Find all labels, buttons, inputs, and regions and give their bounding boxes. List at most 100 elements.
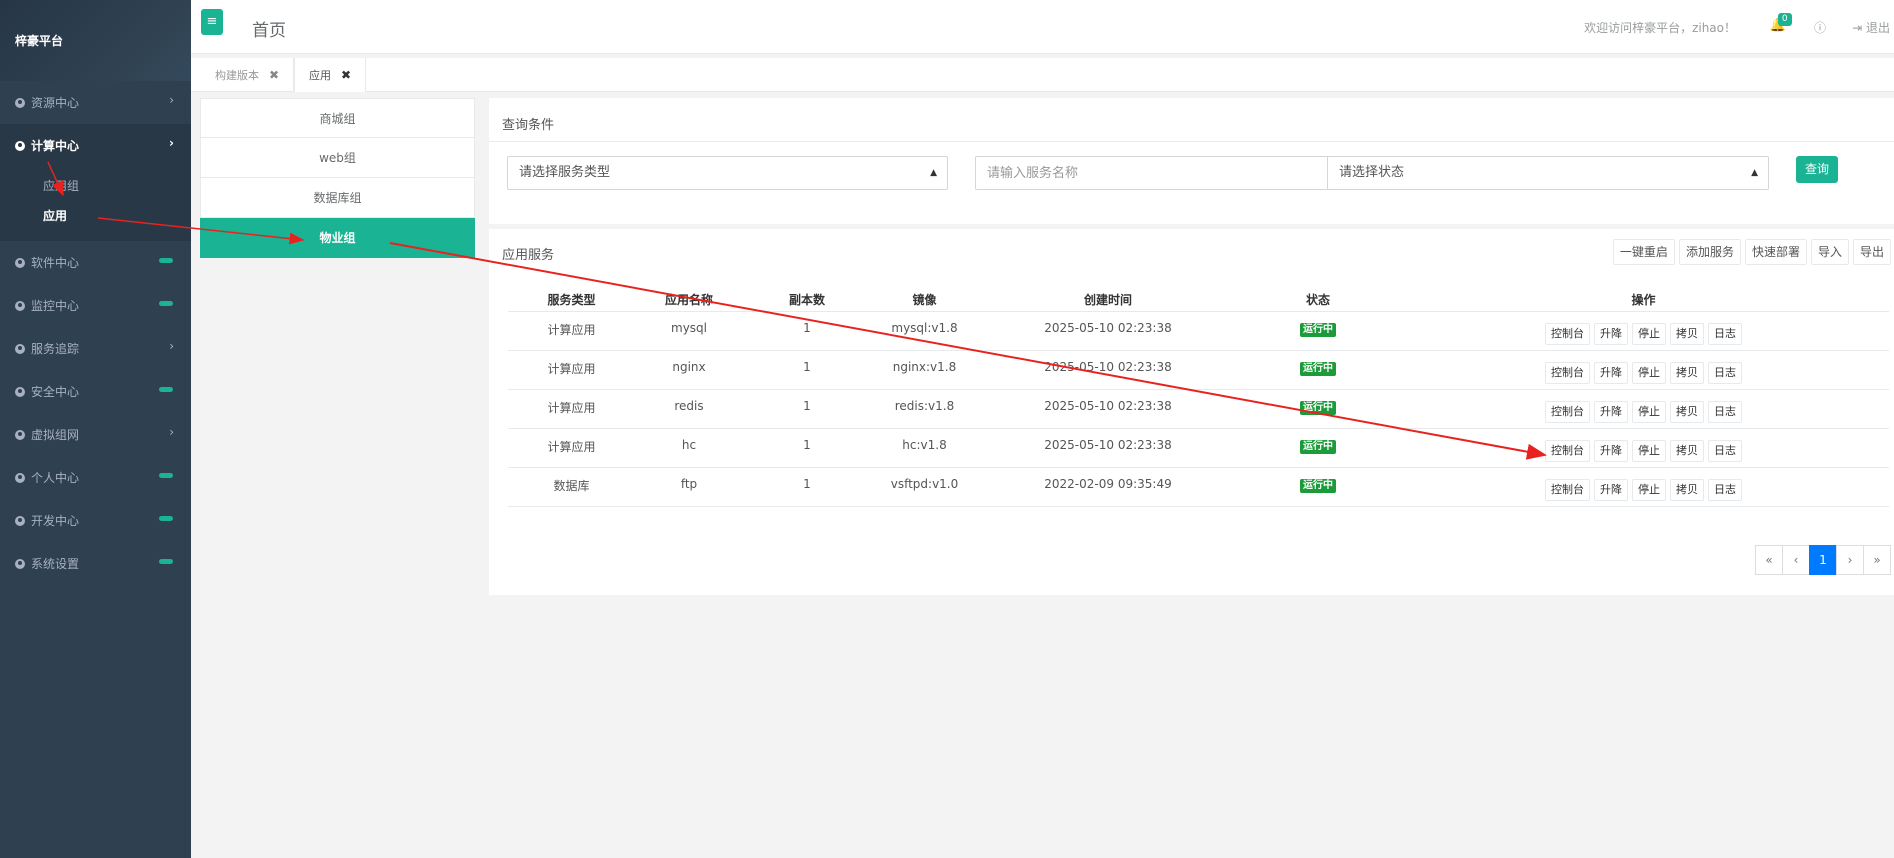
console-button[interactable]: 控制台 [1545,322,1590,345]
sidebar-item-virtual-network[interactable]: 虚拟组网 › [0,413,191,456]
group-item-web[interactable]: web组 [200,138,475,178]
log-button[interactable]: 日志 [1708,400,1742,423]
cell-name: ftp [635,467,743,507]
sidebar-item-resource-center[interactable]: 资源中心 › [0,81,191,124]
log-button[interactable]: 日志 [1708,361,1742,384]
help-icon[interactable]: ⓘ [1814,19,1826,36]
status-badge: 运行中 [1300,361,1336,376]
sidebar-item-monitor-center[interactable]: 监控中心 [0,284,191,327]
group-item-mall[interactable]: 商城组 [200,98,475,138]
table-row: 计算应用 mysql 1 mysql:v1.8 2025-05-10 02:23:38 运… [508,311,1889,351]
column-header: 服务类型 [508,288,635,312]
sidebar-item-service-tracing[interactable]: 服务追踪 › [0,327,191,370]
operations-group: 控制台 升降 停止 拷贝 日志 [1545,400,1742,423]
stop-button[interactable]: 停止 [1632,361,1666,384]
stop-button[interactable]: 停止 [1632,439,1666,462]
welcome-message: 欢迎访问梓豪平台，zihao！ [1584,21,1736,35]
table-row: 计算应用 nginx 1 nginx:v1.8 2025-05-10 02:23:38 运… [508,350,1889,390]
logout-button[interactable]: ⇥ 退出 [1852,19,1890,36]
menu-toggle-button[interactable]: ≡ [201,9,223,35]
log-button[interactable]: 日志 [1708,478,1742,501]
page-1-button[interactable]: 1 [1809,545,1837,575]
cell-replicas: 1 [743,350,871,390]
cell-status: 运行中 [1238,467,1398,507]
copy-button[interactable]: 拷贝 [1670,478,1704,501]
sidebar-item-personal-center[interactable]: 个人中心 [0,456,191,499]
page-tabs: 构建版本 ✖ 应用 ✖ [191,58,1894,92]
group-item-property[interactable]: 物业组 [200,218,475,258]
column-header: 副本数 [743,288,871,312]
globe-icon [15,257,25,268]
close-icon[interactable]: ✖ [341,68,351,82]
cell-created: 2025-05-10 02:23:38 [978,389,1238,429]
tab-application[interactable]: 应用 ✖ [294,58,367,92]
query-panel-title: 查询条件 [502,118,555,133]
cell-status: 运行中 [1238,350,1398,390]
first-page-button[interactable]: « [1755,545,1783,575]
sidebar-subitem-app[interactable]: 应用 [0,201,191,231]
import-button[interactable]: 导入 [1810,239,1849,265]
column-header: 应用名称 [635,288,743,312]
logout-label: 退出 [1865,21,1890,35]
sidebar-item-system-settings[interactable]: 系统设置 [0,542,191,585]
prev-page-button[interactable]: ‹ [1782,545,1810,575]
scale-button[interactable]: 升降 [1594,322,1628,345]
notification-bell-icon[interactable]: 🔔 0 [1770,13,1792,33]
next-page-button[interactable]: › [1836,545,1864,575]
service-type-select[interactable]: 请选择服务类型 ▲ [507,156,948,190]
status-pill-icon [159,258,173,263]
copy-button[interactable]: 拷贝 [1670,361,1704,384]
search-button[interactable]: 查询 [1796,156,1838,183]
close-icon[interactable]: ✖ [269,68,279,82]
stop-button[interactable]: 停止 [1632,400,1666,423]
sidebar-item-software-center[interactable]: 软件中心 [0,241,191,284]
sidebar-item-compute-center[interactable]: 计算中心 › [0,124,191,167]
scale-button[interactable]: 升降 [1594,478,1628,501]
cell-name: redis [635,389,743,429]
status-pill-icon [159,301,173,306]
scale-button[interactable]: 升降 [1594,439,1628,462]
cell-replicas: 1 [743,467,871,507]
stop-button[interactable]: 停止 [1632,322,1666,345]
copy-button[interactable]: 拷贝 [1670,439,1704,462]
sidebar-item-label: 资源中心 [31,96,80,110]
top-header: ≡ 首页 欢迎访问梓豪平台，zihao！ 🔔 0 ⓘ ⇥ 退出 [191,0,1894,54]
status-pill-icon [159,473,173,478]
sidebar-subitem-app-group[interactable]: 应用组 [0,171,191,201]
cell-status: 运行中 [1238,311,1398,351]
sidebar-item-security-center[interactable]: 安全中心 [0,370,191,413]
copy-button[interactable]: 拷贝 [1670,400,1704,423]
console-button[interactable]: 控制台 [1545,400,1590,423]
sidebar-item-dev-center[interactable]: 开发中心 [0,499,191,542]
last-page-button[interactable]: » [1863,545,1891,575]
console-button[interactable]: 控制台 [1545,361,1590,384]
status-select[interactable]: 请选择状态 ▲ [1327,156,1769,190]
cell-created: 2025-05-10 02:23:38 [978,350,1238,390]
console-button[interactable]: 控制台 [1545,439,1590,462]
cell-operations: 控制台 升降 停止 拷贝 日志 [1398,350,1889,390]
notification-badge: 0 [1777,13,1792,26]
export-button[interactable]: 导出 [1852,239,1891,265]
globe-icon [15,386,25,397]
console-button[interactable]: 控制台 [1545,478,1590,501]
cell-status: 运行中 [1238,389,1398,429]
copy-button[interactable]: 拷贝 [1670,322,1704,345]
stop-button[interactable]: 停止 [1632,478,1666,501]
restart-all-button[interactable]: 一键重启 [1612,239,1675,265]
add-service-button[interactable]: 添加服务 [1678,239,1741,265]
scale-button[interactable]: 升降 [1594,361,1628,384]
log-button[interactable]: 日志 [1708,439,1742,462]
scale-button[interactable]: 升降 [1594,400,1628,423]
chevron-right-icon: › [169,93,174,107]
cell-type: 计算应用 [508,428,635,468]
quick-deploy-button[interactable]: 快速部署 [1744,239,1807,265]
status-pill-icon [159,559,173,564]
logout-icon: ⇥ [1852,21,1863,35]
group-item-database[interactable]: 数据库组 [200,178,475,218]
globe-icon [15,300,25,311]
tab-build-version[interactable]: 构建版本 ✖ [201,58,295,92]
globe-icon [15,515,25,526]
operations-group: 控制台 升降 停止 拷贝 日志 [1545,478,1742,501]
log-button[interactable]: 日志 [1708,322,1742,345]
cell-operations: 控制台 升降 停止 拷贝 日志 [1398,428,1889,468]
